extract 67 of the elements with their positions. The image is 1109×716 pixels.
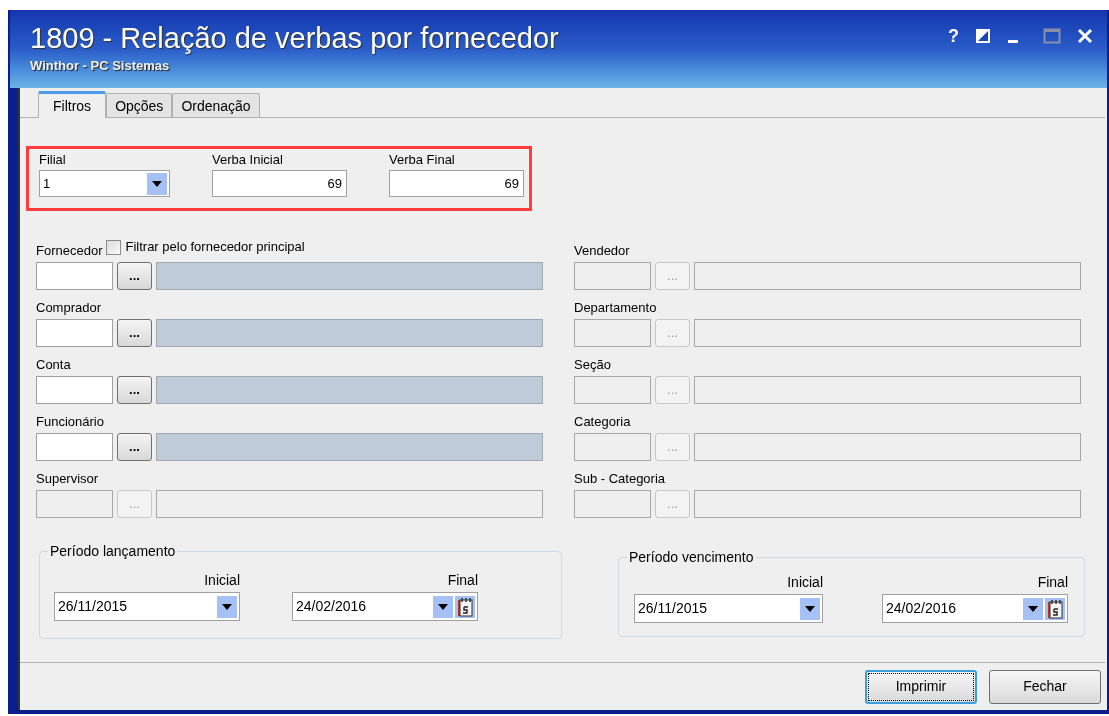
field-label: Comprador: [36, 300, 102, 316]
tab[interactable]: Ordenação: [172, 93, 260, 117]
checkbox-label: Filtrar pelo fornecedor principal: [125, 239, 305, 255]
input-field[interactable]: 69: [212, 170, 347, 197]
field-label: Fornecedor: [36, 243, 103, 259]
field-label: Inicial: [787, 574, 823, 590]
input-field[interactable]: [574, 490, 651, 518]
dropdown-button[interactable]: [217, 595, 237, 618]
lookup-button[interactable]: ...: [117, 319, 152, 347]
input-field[interactable]: [574, 433, 651, 461]
caret-icon: [222, 603, 232, 610]
tab[interactable]: Opções: [106, 93, 173, 117]
caret-icon: [438, 603, 448, 610]
field-label: Verba Final: [389, 152, 456, 168]
dropdown-field[interactable]: 1: [39, 170, 170, 197]
calendar-button[interactable]: [455, 595, 475, 618]
field-label: Conta: [36, 357, 71, 373]
date-field[interactable]: 26/11/2015: [54, 592, 240, 621]
window-subtitle: Winthor - PC Sistemas: [30, 58, 171, 74]
input-field[interactable]: [36, 319, 113, 347]
field-label: Supervisor: [36, 471, 99, 487]
input-field[interactable]: [574, 262, 651, 290]
field-label: Final: [447, 572, 478, 588]
input-field[interactable]: [36, 376, 113, 404]
dropdown-button[interactable]: [800, 597, 820, 620]
dropdown-button[interactable]: [147, 172, 167, 195]
field-label: Verba Inicial: [212, 152, 284, 168]
input-field[interactable]: [36, 262, 113, 290]
field-label: Inicial: [204, 572, 240, 588]
input-field[interactable]: [36, 433, 113, 461]
field-label: Sub - Categoria: [574, 471, 666, 487]
checkbox[interactable]: [106, 240, 122, 255]
field-label: Filial: [39, 152, 67, 168]
date-field[interactable]: 24/02/2016: [882, 594, 1068, 623]
maximize-icon[interactable]: [1043, 28, 1061, 44]
lookup-button[interactable]: ...: [117, 433, 152, 461]
dialog-button[interactable]: Fechar: [989, 669, 1101, 704]
caret-icon: [1028, 605, 1038, 612]
input-field[interactable]: [574, 376, 651, 404]
field-label: Seção: [574, 357, 611, 373]
field-label: Vendedor: [574, 243, 630, 259]
lookup-button[interactable]: ...: [117, 376, 152, 404]
input-field[interactable]: 69: [389, 170, 524, 197]
field-label: Funcionário: [36, 414, 104, 430]
group-title: Período vencimento: [627, 549, 756, 565]
calendar-icon: [457, 596, 473, 617]
tab[interactable]: Filtros: [38, 91, 107, 118]
dropdown-button[interactable]: [433, 595, 453, 618]
dropdown-button[interactable]: [1023, 597, 1043, 620]
window-title: 1809 - Relação de verbas por fornecedor: [30, 21, 559, 56]
field-label: Categoria: [574, 414, 631, 430]
calendar-icon: [1047, 598, 1063, 619]
date-field[interactable]: 26/11/2015: [634, 594, 823, 623]
input-field[interactable]: [36, 490, 113, 518]
input-field[interactable]: [574, 319, 651, 347]
caret-icon: [805, 605, 815, 612]
dialog-button[interactable]: Imprimir: [865, 669, 977, 704]
field-label: Final: [1037, 574, 1068, 590]
lookup-button[interactable]: ...: [117, 262, 152, 290]
close-icon[interactable]: [1077, 28, 1093, 44]
restore-icon[interactable]: [975, 28, 991, 44]
field-label: Departamento: [574, 300, 657, 316]
date-field[interactable]: 24/02/2016: [292, 592, 478, 621]
help-button[interactable]: ?: [948, 26, 959, 46]
group-title: Período lançamento: [48, 543, 178, 559]
caret-icon: [152, 180, 162, 187]
calendar-button[interactable]: [1045, 597, 1065, 620]
